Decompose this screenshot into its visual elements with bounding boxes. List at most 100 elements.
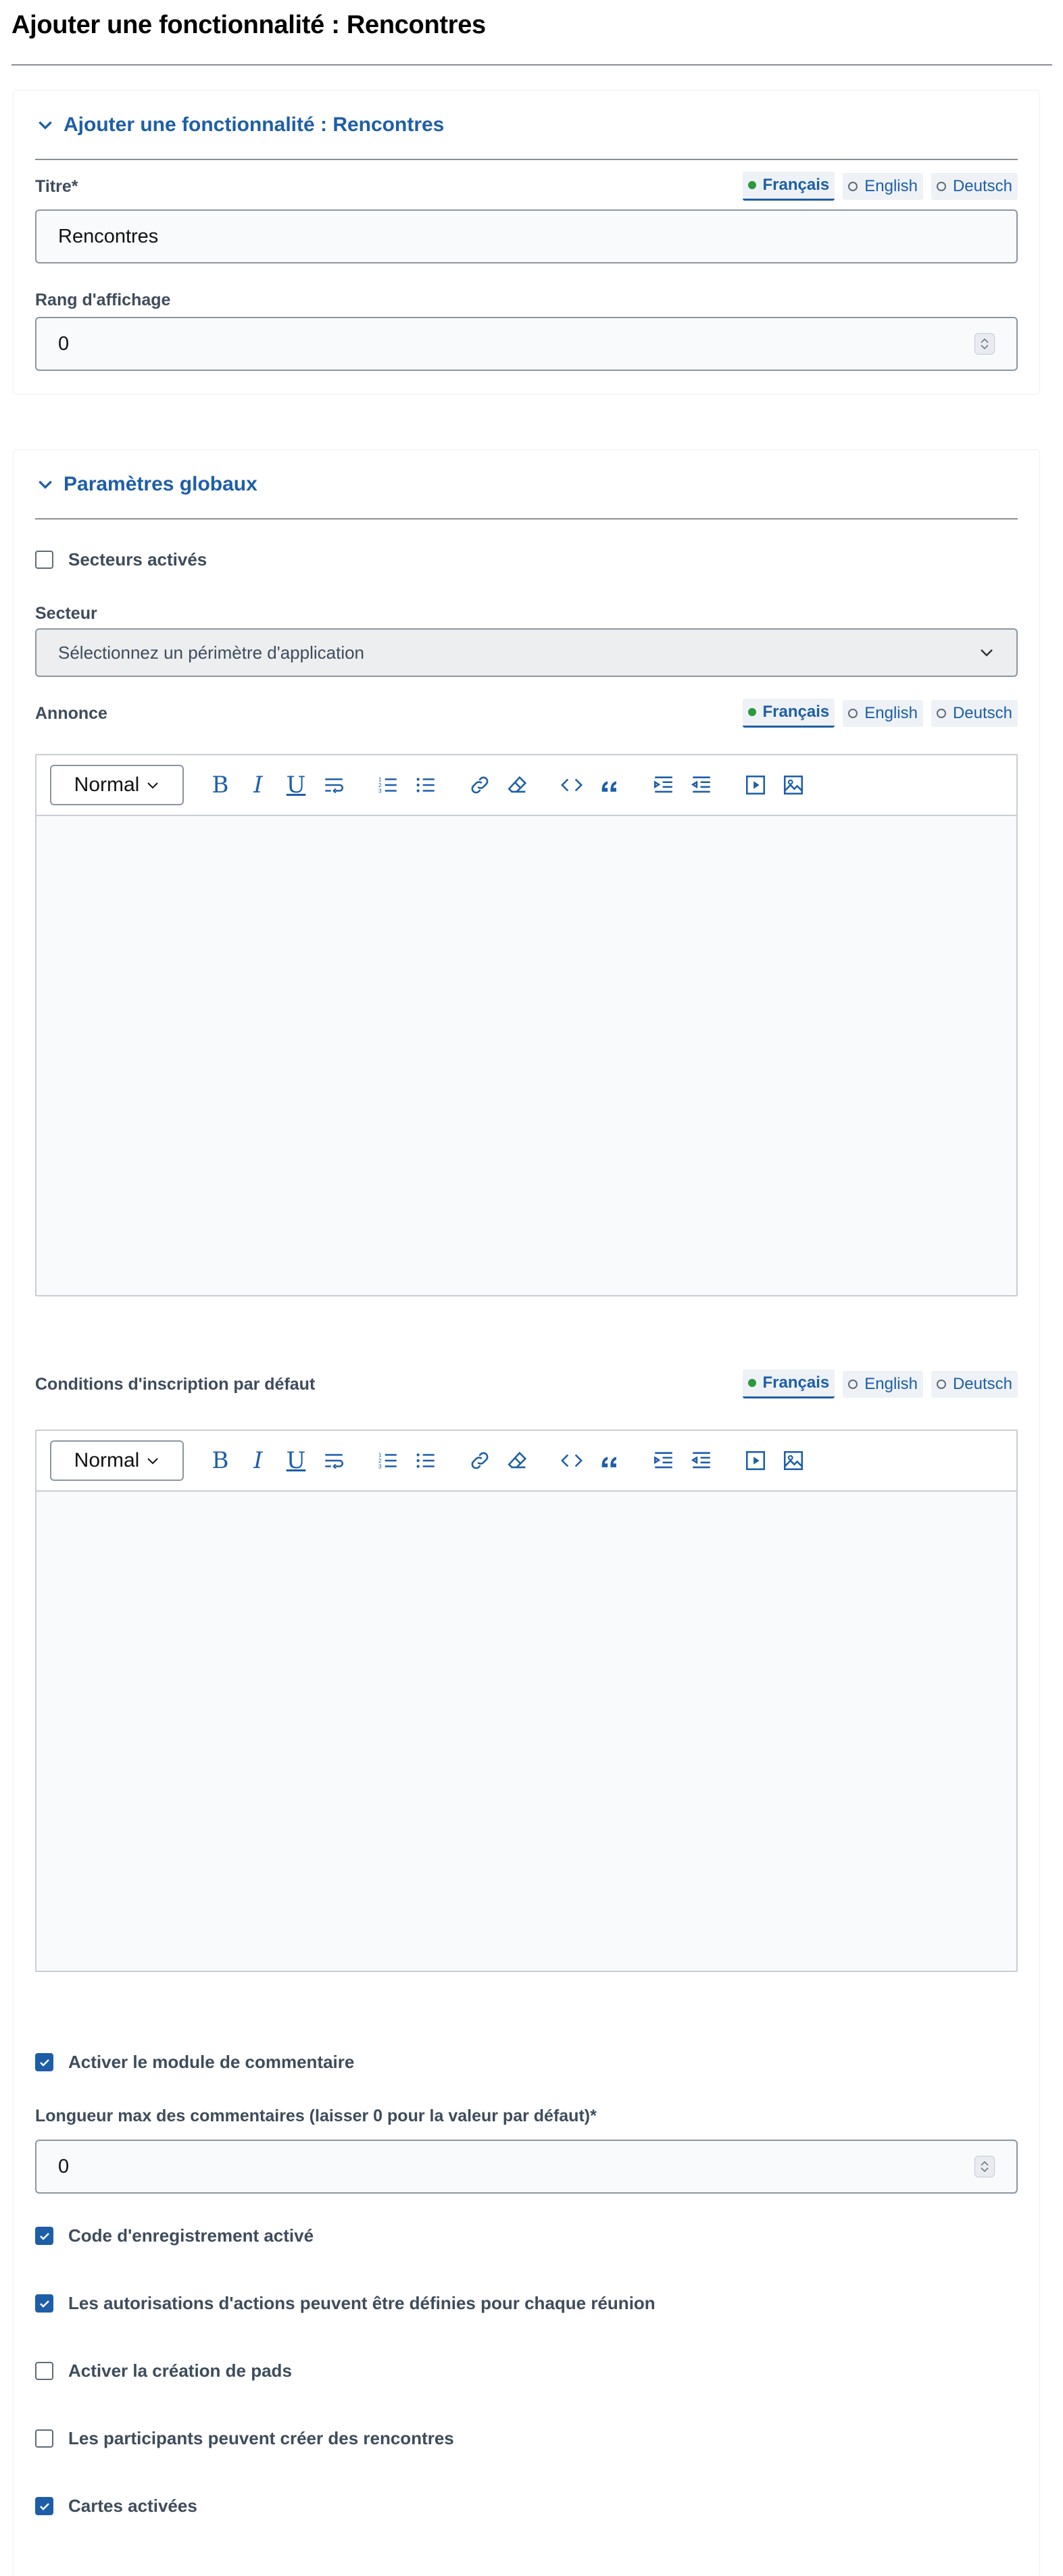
comments-enabled-checkbox[interactable]: Activer le module de commentaire (35, 2052, 354, 2073)
lang-tab-fr[interactable]: Français (742, 1369, 835, 1398)
chevron-up-icon (981, 338, 989, 343)
check-icon (39, 2059, 49, 2067)
chevron-down-icon (981, 345, 989, 350)
code-icon (561, 778, 583, 792)
maps-checkbox[interactable]: Cartes activées (35, 2496, 197, 2517)
section-title: Paramètres globaux (64, 473, 257, 495)
lang-label: English (864, 176, 918, 195)
checkbox-box[interactable] (35, 2497, 53, 2515)
heading-select[interactable]: Normal (50, 765, 184, 805)
bullet-list-button[interactable] (412, 770, 439, 800)
page-title: Ajouter une fonctionnalité : Rencontres (11, 11, 486, 39)
participants-create-checkbox[interactable]: Les participants peuvent créer des renco… (35, 2428, 454, 2449)
editor-content[interactable] (36, 816, 1016, 1296)
underline-button[interactable]: U (282, 1446, 310, 1475)
heading-select[interactable]: Normal (50, 1440, 184, 1481)
italic-button[interactable]: I (245, 1446, 272, 1475)
link-button[interactable] (466, 1446, 493, 1475)
outdent-button[interactable] (688, 1446, 715, 1475)
checkbox-box[interactable] (35, 2429, 53, 2448)
clear-format-button[interactable] (504, 770, 531, 800)
checkbox-label: Secteurs activés (68, 549, 207, 570)
number-spinner[interactable] (974, 2156, 995, 2177)
italic-button[interactable]: I (245, 770, 272, 800)
wrap-button[interactable] (320, 770, 347, 800)
bold-button[interactable]: B (207, 770, 234, 800)
link-icon (471, 776, 489, 794)
section-toggle-global[interactable]: Paramètres globaux (36, 473, 257, 496)
code-button[interactable] (558, 1446, 585, 1475)
comment-max-label: Longueur max des commentaires (laisser 0… (35, 2106, 597, 2125)
link-button[interactable] (466, 770, 493, 800)
lang-tab-en[interactable]: English (843, 172, 923, 200)
lang-tab-de[interactable]: Deutsch (931, 172, 1018, 200)
lang-tab-de[interactable]: Deutsch (931, 699, 1018, 727)
sector-select[interactable]: Sélectionnez un périmètre d'application (35, 628, 1018, 677)
lang-tab-en[interactable]: English (843, 1370, 923, 1398)
lang-tab-fr[interactable]: Français (742, 699, 835, 728)
image-button[interactable] (780, 770, 807, 800)
action-permissions-checkbox[interactable]: Les autorisations d'actions peuvent être… (35, 2293, 656, 2314)
video-button[interactable] (742, 770, 769, 800)
section-title: Ajouter une fonctionnalité : Rencontres (64, 113, 445, 136)
sectors-enabled-checkbox[interactable]: Secteurs activés (35, 549, 207, 570)
bullet-list-button[interactable] (412, 1446, 439, 1475)
bold-icon: B (212, 772, 229, 799)
clear-format-button[interactable] (504, 1446, 531, 1475)
heading-select-value: Normal (74, 774, 140, 796)
registration-terms-label: Conditions d'inscription par défaut (35, 1375, 316, 1394)
title-divider (11, 64, 1052, 66)
bullet-list-icon (416, 778, 435, 792)
ordered-list-button[interactable]: 123 (374, 1446, 401, 1475)
video-icon (745, 1450, 766, 1471)
chevron-up-icon (981, 2161, 989, 2166)
registration-code-checkbox[interactable]: Code d'enregistrement activé (35, 2225, 314, 2246)
title-input-value: Rencontres (58, 225, 159, 247)
wrap-text-icon (325, 778, 344, 794)
bold-button[interactable]: B (207, 1446, 234, 1475)
checkbox-box[interactable] (35, 2294, 53, 2313)
section-divider (35, 518, 1018, 520)
checkbox-box[interactable] (35, 2227, 53, 2245)
rank-label: Rang d'affichage (35, 291, 171, 309)
title-input[interactable]: Rencontres (35, 209, 1018, 263)
lang-label: English (864, 703, 918, 722)
quote-button[interactable] (596, 1446, 623, 1475)
lang-label: Français (762, 1373, 830, 1392)
checkbox-label: Activer le module de commentaire (68, 2052, 355, 2072)
checkbox-box[interactable] (35, 551, 53, 569)
video-button[interactable] (742, 1446, 769, 1475)
section-toggle-feature[interactable]: Ajouter une fonctionnalité : Rencontres (36, 113, 444, 136)
eraser-icon (508, 776, 527, 793)
indent-button[interactable] (650, 1446, 677, 1475)
code-button[interactable] (558, 770, 585, 800)
italic-icon: I (253, 1447, 263, 1474)
underline-icon: U (286, 772, 306, 799)
chevron-down-icon (981, 649, 993, 657)
outdent-button[interactable] (688, 770, 715, 800)
wrap-button[interactable] (320, 1446, 347, 1475)
lang-tab-en[interactable]: English (843, 699, 923, 727)
pads-checkbox[interactable]: Activer la création de pads (35, 2360, 292, 2381)
check-icon (39, 2300, 49, 2308)
lang-tab-de[interactable]: Deutsch (931, 1370, 1018, 1398)
checkbox-label: Cartes activées (68, 2496, 197, 2516)
indent-icon (653, 1452, 672, 1469)
video-icon (745, 775, 766, 795)
checkbox-box[interactable] (35, 2053, 53, 2071)
number-spinner[interactable] (974, 333, 995, 355)
eraser-icon (508, 1451, 527, 1469)
ordered-list-button[interactable]: 123 (374, 770, 401, 800)
lang-tab-fr[interactable]: Français (742, 172, 835, 201)
quote-icon (601, 781, 616, 792)
rank-input[interactable]: 0 (35, 317, 1018, 371)
underline-button[interactable]: U (282, 770, 310, 800)
checkbox-box[interactable] (35, 2362, 53, 2380)
inactive-dot-icon (848, 1379, 858, 1389)
image-button[interactable] (780, 1446, 807, 1475)
indent-button[interactable] (650, 770, 677, 800)
comment-max-input[interactable]: 0 (35, 2140, 1018, 2194)
quote-button[interactable] (596, 770, 623, 800)
editor-content[interactable] (36, 1492, 1016, 1972)
inactive-dot-icon (848, 181, 858, 191)
